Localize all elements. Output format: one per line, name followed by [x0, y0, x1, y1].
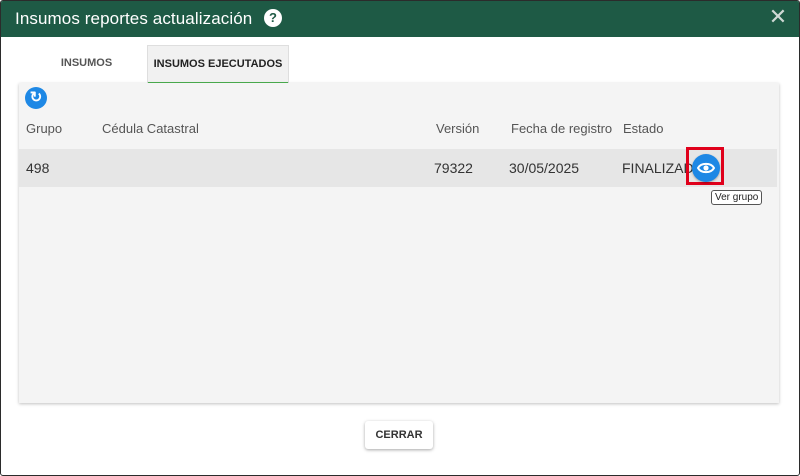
tab-insumos[interactable]: INSUMOS — [39, 45, 134, 83]
column-header-grupo: Grupo — [26, 121, 63, 136]
column-header-cedula: Cédula Catastral — [102, 121, 199, 136]
dialog-title: Insumos reportes actualización — [15, 9, 253, 28]
close-icon[interactable]: ✕ — [767, 6, 789, 28]
column-header-estado: Estado — [623, 121, 664, 136]
refresh-icon[interactable]: ↻ — [25, 87, 47, 109]
table-panel: ↻ Grupo Cédula Catastral Versión Fecha d… — [19, 83, 779, 403]
question-circle-icon[interactable]: ? — [264, 9, 282, 27]
view-group-button[interactable] — [692, 154, 720, 182]
dialog: Insumos reportes actualización ? ✕ INSUM… — [0, 0, 800, 476]
cell-version: 79322 — [434, 160, 473, 176]
table-row[interactable]: 498 79322 30/05/2025 FINALIZADO — [19, 147, 777, 187]
column-header-fecha: Fecha de registro — [511, 121, 613, 136]
cell-fecha: 30/05/2025 — [509, 160, 580, 176]
tabs-bar: INSUMOS INSUMOS EJECUTADOS — [19, 45, 779, 85]
tooltip-ver-grupo: Ver grupo — [711, 190, 763, 205]
eye-icon — [697, 162, 715, 174]
cell-grupo: 498 — [26, 160, 50, 176]
column-header-version: Versión — [436, 121, 480, 136]
tab-insumos-ejecutados[interactable]: INSUMOS EJECUTADOS — [147, 45, 289, 85]
dialog-header: Insumos reportes actualización ? ✕ — [1, 1, 799, 37]
cerrar-button[interactable]: CERRAR — [365, 421, 433, 449]
